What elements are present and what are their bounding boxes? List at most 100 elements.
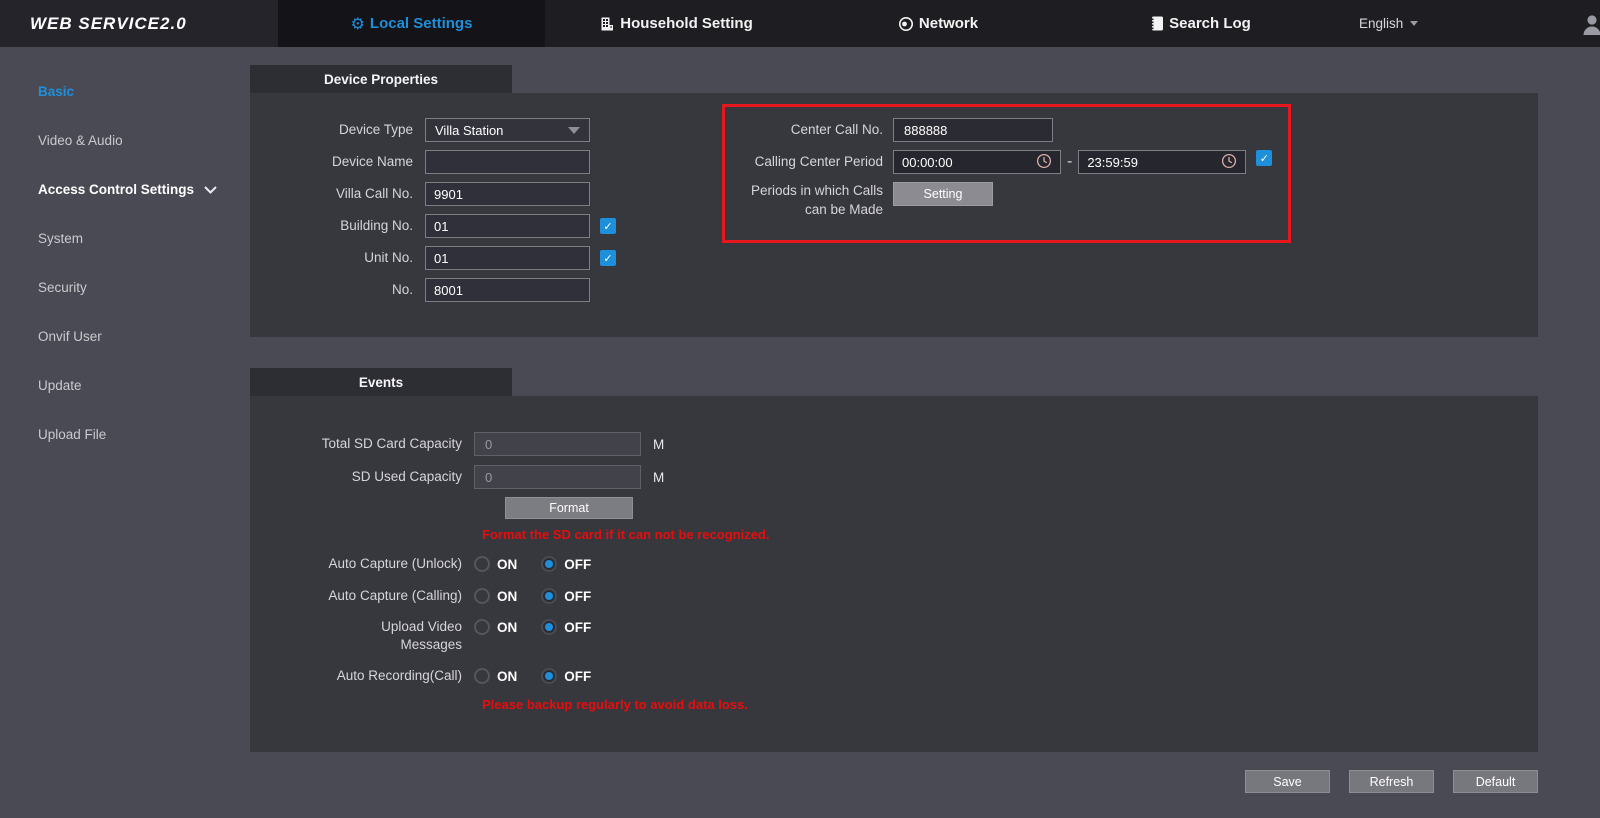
refresh-button[interactable]: Refresh (1349, 770, 1434, 793)
app-logo-text: WEB SERVICE2.0 (30, 14, 187, 34)
auto-capture-unlock-on-radio[interactable] (474, 556, 490, 572)
sidebar-item-upload-file[interactable]: Upload File (0, 410, 250, 459)
tab-local-settings[interactable]: ⚙ Local Settings (278, 0, 545, 47)
language-selector[interactable]: English (1359, 0, 1418, 47)
app-logo: WEB SERVICE2.0 (0, 0, 278, 47)
sidebar-item-label: Upload File (38, 427, 106, 442)
tab-label: Local Settings (370, 15, 473, 32)
unit-no-label: Unit No. (250, 250, 425, 267)
check-icon: ✓ (1260, 152, 1269, 165)
upload-video-messages-off-radio[interactable] (541, 619, 557, 635)
device-type-label: Device Type (250, 122, 425, 139)
building-icon (599, 16, 615, 32)
total-sd-unit: M (653, 437, 664, 452)
periods-calls-label-line1: Periods in which Calls (751, 183, 883, 198)
period-end-value: 23:59:59 (1087, 155, 1138, 170)
calling-period-checkbox[interactable]: ✓ (1256, 150, 1272, 166)
sidebar-item-label: Access Control Settings (38, 182, 194, 197)
on-label: ON (497, 589, 517, 604)
chevron-down-icon (1410, 21, 1418, 26)
unit-no-input[interactable] (425, 246, 590, 270)
main-content: Device Properties Device Type Villa Stat… (250, 47, 1538, 752)
auto-capture-unlock-off-radio[interactable] (541, 556, 557, 572)
device-type-value: Villa Station (435, 123, 503, 138)
upload-video-messages-on-radio[interactable] (474, 619, 490, 635)
auto-recording-call-on-radio[interactable] (474, 668, 490, 684)
tab-household-setting[interactable]: Household Setting (545, 0, 807, 47)
off-label: OFF (564, 589, 591, 604)
off-label: OFF (564, 557, 591, 572)
villa-call-no-input[interactable] (425, 182, 590, 206)
center-call-no-input[interactable] (893, 118, 1053, 142)
no-input[interactable] (425, 278, 590, 302)
sidebar: Basic Video & Audio Access Control Setti… (0, 47, 250, 818)
check-icon: ✓ (603, 252, 612, 265)
format-warning-text: Format the SD card if it can not be reco… (482, 527, 1538, 541)
footer-actions: Save Refresh Default (1245, 770, 1538, 793)
tab-search-log[interactable]: Search Log (1069, 0, 1331, 47)
building-no-checkbox[interactable]: ✓ (600, 218, 616, 234)
clock-icon[interactable] (1221, 153, 1237, 172)
auto-capture-calling-on-radio[interactable] (474, 588, 490, 604)
device-properties-header: Device Properties (250, 65, 512, 93)
tab-network[interactable]: Network (807, 0, 1069, 47)
periods-calls-label: Periods in which Calls can be Made (700, 182, 893, 220)
gear-icon: ⚙ (351, 16, 365, 32)
sidebar-item-system[interactable]: System (0, 214, 250, 263)
check-icon: ✓ (603, 220, 612, 233)
device-name-label: Device Name (250, 154, 425, 171)
building-no-label: Building No. (250, 218, 425, 235)
sidebar-item-access-control-settings[interactable]: Access Control Settings (0, 165, 250, 214)
language-label: English (1359, 16, 1403, 31)
device-type-select[interactable]: Villa Station (425, 118, 590, 142)
sidebar-item-label: System (38, 231, 83, 246)
sd-used-input[interactable] (474, 465, 641, 489)
villa-call-no-label: Villa Call No. (250, 186, 425, 203)
device-name-input[interactable] (425, 150, 590, 174)
sidebar-item-label: Onvif User (38, 329, 102, 344)
auto-capture-unlock-label: Auto Capture (Unlock) (250, 555, 474, 573)
sidebar-item-basic[interactable]: Basic (0, 67, 250, 116)
building-no-input[interactable] (425, 214, 590, 238)
period-start-input[interactable]: 00:00:00 (893, 150, 1061, 174)
default-button[interactable]: Default (1453, 770, 1538, 793)
no-label: No. (250, 282, 425, 299)
on-label: ON (497, 620, 517, 635)
sidebar-item-update[interactable]: Update (0, 361, 250, 410)
sd-used-label: SD Used Capacity (250, 468, 474, 486)
tab-label: Search Log (1169, 15, 1251, 32)
auto-recording-call-off-radio[interactable] (541, 668, 557, 684)
chevron-down-icon (204, 182, 217, 197)
top-navbar: WEB SERVICE2.0 ⚙ Local Settings Househol… (0, 0, 1600, 47)
calling-center-period-label: Calling Center Period (700, 150, 893, 172)
auto-capture-calling-off-radio[interactable] (541, 588, 557, 604)
auto-capture-calling-label: Auto Capture (Calling) (250, 587, 474, 605)
sidebar-item-security[interactable]: Security (0, 263, 250, 312)
off-label: OFF (564, 669, 591, 684)
total-sd-input[interactable] (474, 432, 641, 456)
dropdown-caret-icon (568, 127, 580, 134)
sd-used-unit: M (653, 470, 664, 485)
sidebar-item-video-audio[interactable]: Video & Audio (0, 116, 250, 165)
on-label: ON (497, 669, 517, 684)
user-profile-icon[interactable] (1581, 13, 1600, 42)
sidebar-item-onvif-user[interactable]: Onvif User (0, 312, 250, 361)
off-label: OFF (564, 620, 591, 635)
tab-label: Network (919, 15, 978, 32)
center-call-no-label: Center Call No. (700, 118, 893, 140)
save-button[interactable]: Save (1245, 770, 1330, 793)
events-header: Events (250, 368, 512, 396)
sidebar-item-label: Security (38, 280, 87, 295)
on-label: ON (497, 557, 517, 572)
sidebar-item-label: Update (38, 378, 82, 393)
unit-no-checkbox[interactable]: ✓ (600, 250, 616, 266)
setting-button[interactable]: Setting (893, 182, 993, 206)
total-sd-label: Total SD Card Capacity (250, 435, 474, 453)
period-end-input[interactable]: 23:59:59 (1078, 150, 1246, 174)
tab-label: Household Setting (620, 15, 753, 32)
period-start-value: 00:00:00 (902, 155, 953, 170)
clock-icon[interactable] (1036, 153, 1052, 172)
period-separator: - (1067, 150, 1072, 174)
format-button[interactable]: Format (505, 497, 633, 519)
sidebar-item-label: Basic (38, 84, 74, 99)
